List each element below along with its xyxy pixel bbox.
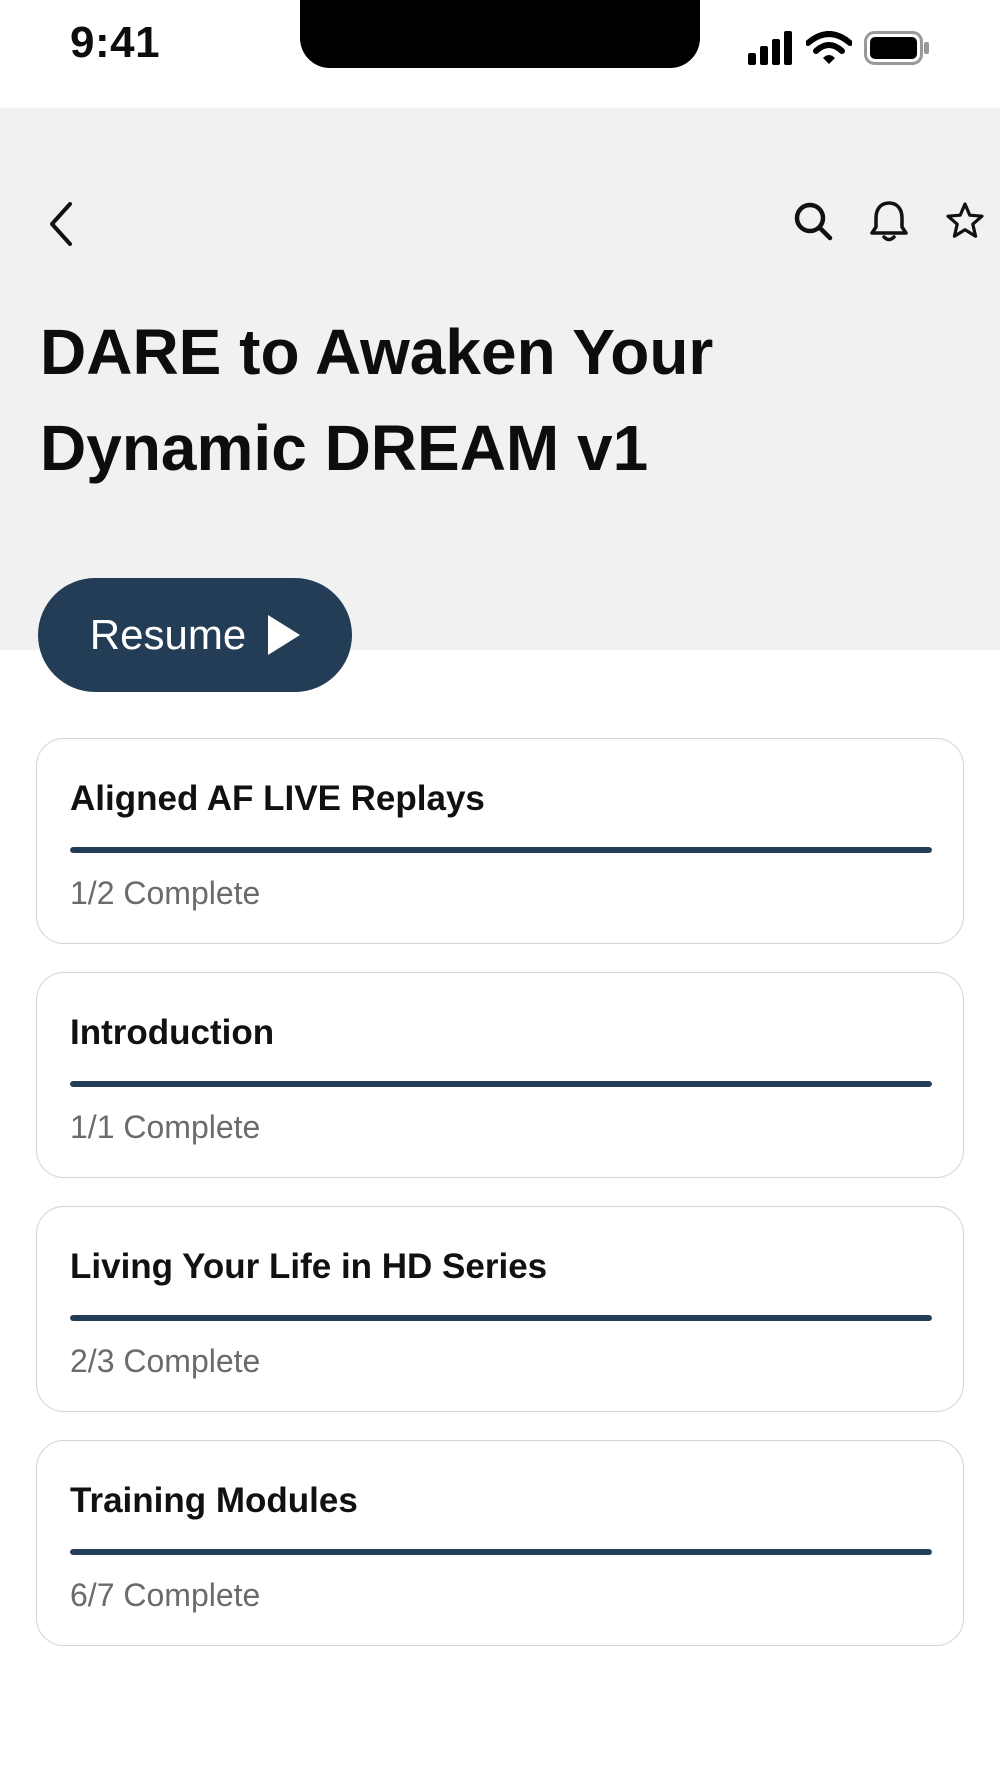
- status-bar: 9:41: [0, 0, 1000, 108]
- module-title: Introduction: [70, 1013, 275, 1052]
- module-card[interactable]: Living Your Life in HD Series 2/3 Comple…: [36, 1206, 964, 1412]
- module-title: Training Modules: [70, 1481, 358, 1520]
- wifi-icon: [805, 30, 853, 70]
- progress-fill: [70, 1549, 932, 1555]
- progress-bar: [70, 1549, 932, 1555]
- bell-icon: [870, 201, 908, 242]
- progress-fill: [70, 1315, 932, 1321]
- battery-icon: [864, 30, 930, 70]
- signal-icon: [748, 30, 794, 70]
- progress-bar: [70, 847, 932, 853]
- progress-fill: [70, 1081, 932, 1087]
- module-status: 2/3 Complete: [70, 1343, 261, 1379]
- module-card[interactable]: Training Modules 6/7 Complete: [36, 1440, 964, 1646]
- resume-label: Resume: [89, 611, 247, 658]
- search-icon: [794, 202, 833, 241]
- module-card[interactable]: Aligned AF LIVE Replays 1/2 Complete: [36, 738, 964, 944]
- progress-fill: [70, 847, 932, 853]
- module-card[interactable]: Introduction 1/1 Complete: [36, 972, 964, 1178]
- module-title: Living Your Life in HD Series: [70, 1247, 548, 1286]
- status-icons: [748, 30, 930, 70]
- back-button[interactable]: [40, 196, 84, 252]
- notifications-button[interactable]: [866, 196, 912, 246]
- resume-button[interactable]: Resume: [38, 578, 352, 692]
- progress-bar: [70, 1081, 932, 1087]
- chevron-left-icon: [50, 202, 72, 246]
- device-notch: [300, 0, 700, 68]
- play-icon: [268, 615, 301, 655]
- star-icon: [946, 202, 984, 238]
- module-status: 1/1 Complete: [70, 1109, 261, 1145]
- progress-bar: [70, 1315, 932, 1321]
- module-status: 1/2 Complete: [70, 875, 261, 911]
- module-status: 6/7 Complete: [70, 1577, 261, 1613]
- status-time: 9:41: [70, 18, 161, 67]
- module-title: Aligned AF LIVE Replays: [70, 779, 485, 818]
- header-actions: [790, 196, 988, 246]
- search-button[interactable]: [790, 196, 836, 246]
- course-header: DARE to Awaken Your Dynamic DREAM v1: [0, 108, 1000, 650]
- module-list: Aligned AF LIVE Replays 1/2 Complete Int…: [36, 738, 964, 1674]
- favorite-button[interactable]: [942, 196, 988, 246]
- page-title: DARE to Awaken Your Dynamic DREAM v1: [40, 316, 714, 484]
